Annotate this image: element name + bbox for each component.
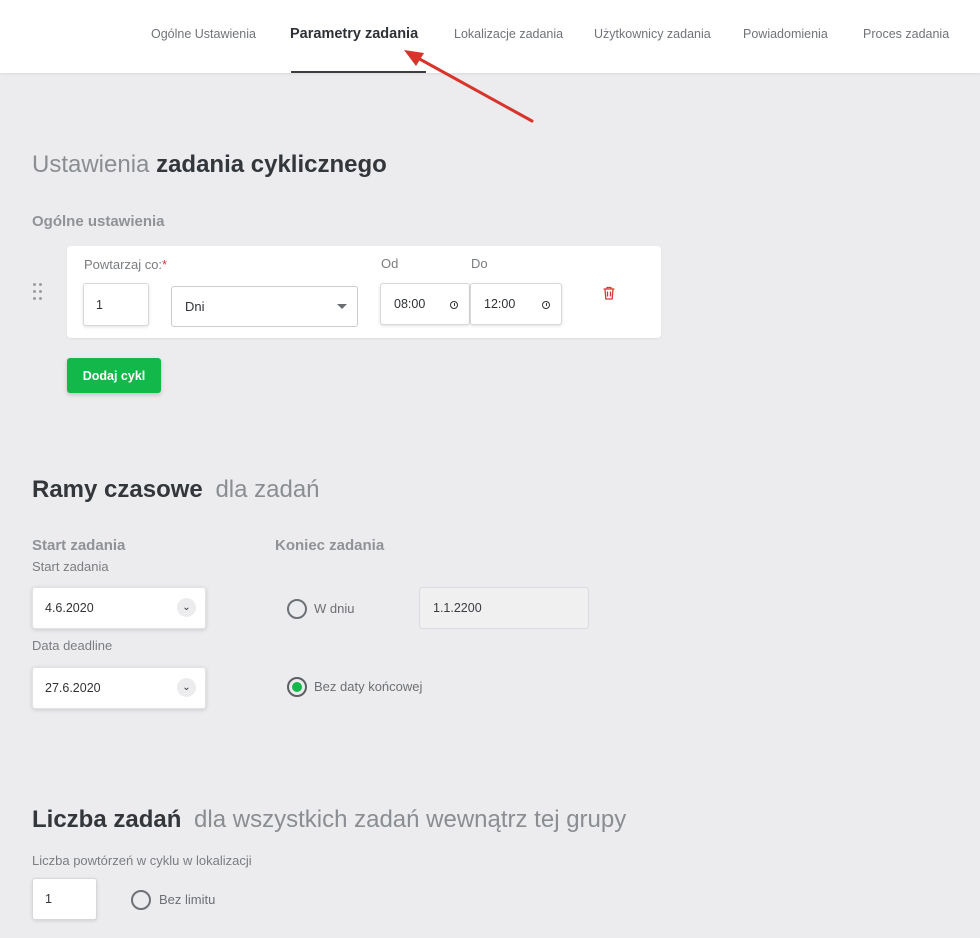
required-mark: * bbox=[162, 257, 168, 272]
end-date-input[interactable]: 1.1.2200 bbox=[419, 587, 589, 629]
deadline-label: Data deadline bbox=[32, 638, 113, 653]
repeats-per-cycle-label: Liczba powtórzeń w cyklu w lokalizacji bbox=[32, 853, 252, 868]
to-time-value: 12:00 bbox=[484, 297, 516, 311]
general-settings-subheading: Ogólne ustawienia bbox=[32, 213, 165, 230]
timeframe-heading: Ramy czasowe dla zadań bbox=[32, 476, 320, 503]
start-date-picker[interactable]: 4.6.2020 ⌄ bbox=[32, 587, 206, 629]
tab-task-parameters[interactable]: Parametry zadania bbox=[290, 26, 418, 42]
to-label: Do bbox=[471, 256, 488, 271]
start-subheading: Start zadania bbox=[32, 537, 126, 554]
end-subheading: Koniec zadania bbox=[275, 537, 385, 554]
tab-general-settings[interactable]: Ogólne Ustawienia bbox=[151, 27, 256, 41]
add-cycle-button[interactable]: Dodaj cykl bbox=[67, 358, 161, 393]
repeat-interval-input[interactable]: 1 bbox=[83, 283, 149, 326]
tab-task-locations[interactable]: Lokalizacje zadania bbox=[454, 27, 563, 41]
tab-bar: Ogólne Ustawienia Parametry zadania Loka… bbox=[0, 0, 980, 73]
repeat-unit-select[interactable]: Dni bbox=[171, 286, 358, 327]
repeat-unit-value: Dni bbox=[185, 299, 205, 314]
start-date-label: Start zadania bbox=[32, 559, 109, 574]
end-on-day-radio[interactable] bbox=[287, 599, 307, 619]
clock-icon[interactable] bbox=[542, 301, 550, 309]
repeat-label: Powtarzaj co:* bbox=[84, 257, 168, 272]
end-on-day-label: W dniu bbox=[314, 601, 355, 616]
cyclic-settings-heading: Ustawienia zadania cyklicznego bbox=[32, 151, 387, 178]
from-label: Od bbox=[381, 256, 399, 271]
dropdown-caret-icon bbox=[337, 304, 347, 309]
task-count-heading: Liczba zadań dla wszystkich zadań wewnąt… bbox=[32, 806, 627, 833]
no-limit-radio[interactable] bbox=[131, 890, 151, 910]
trash-icon[interactable] bbox=[601, 285, 617, 301]
tab-task-process[interactable]: Proces zadania bbox=[863, 27, 949, 41]
from-time-input[interactable]: 08:00 bbox=[380, 283, 470, 325]
tab-task-users[interactable]: Użytkownicy zadania bbox=[594, 27, 711, 41]
active-tab-indicator bbox=[291, 71, 426, 73]
repeats-per-cycle-input[interactable]: 1 bbox=[32, 878, 97, 920]
no-end-date-radio[interactable] bbox=[287, 677, 307, 697]
chevron-down-icon[interactable]: ⌄ bbox=[177, 598, 196, 617]
no-limit-label: Bez limitu bbox=[159, 892, 216, 907]
start-date-value: 4.6.2020 bbox=[45, 601, 94, 615]
deadline-date-picker[interactable]: 27.6.2020 ⌄ bbox=[32, 667, 206, 709]
from-time-value: 08:00 bbox=[394, 297, 426, 311]
chevron-down-icon[interactable]: ⌄ bbox=[177, 678, 196, 697]
drag-handle-icon[interactable] bbox=[31, 282, 45, 302]
deadline-date-value: 27.6.2020 bbox=[45, 681, 101, 695]
no-end-date-label: Bez daty końcowej bbox=[314, 679, 423, 694]
clock-icon[interactable] bbox=[450, 301, 458, 309]
to-time-input[interactable]: 12:00 bbox=[470, 283, 562, 325]
tab-notifications[interactable]: Powiadomienia bbox=[743, 27, 828, 41]
